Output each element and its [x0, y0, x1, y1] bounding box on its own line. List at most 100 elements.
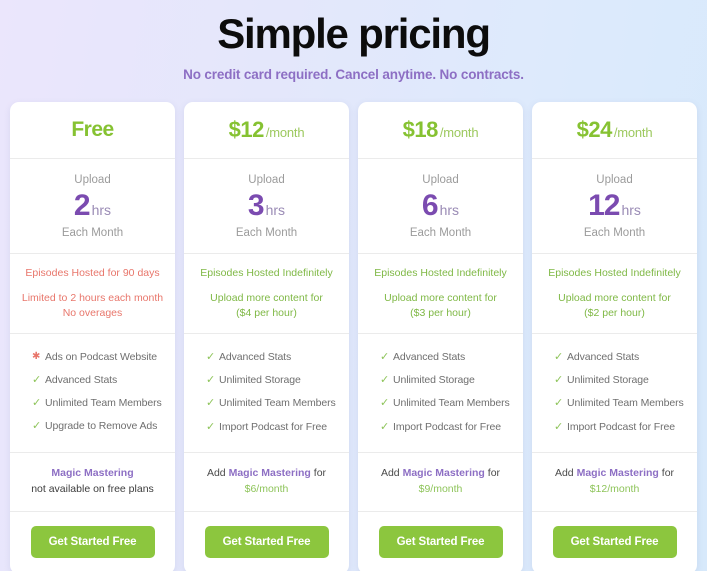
feature-item: ✓ Unlimited Team Members [206, 392, 349, 415]
magic-mastering-suffix: for [484, 466, 501, 479]
upload-allowance: Upload 2 hrs Each Month [10, 159, 175, 254]
feature-list: ✓ Advanced Stats ✓ Unlimited Storage ✓ Unlimi… [532, 334, 697, 453]
upload-hours-unit: hrs [621, 201, 641, 218]
feature-item: ✓ Import Podcast for Free [554, 416, 697, 439]
feature-item: ✓ Unlimited Team Members [380, 392, 523, 415]
feature-label: Unlimited Team Members [567, 397, 684, 410]
upload-amount: 12 hrs [538, 188, 691, 222]
plan-header: $12/month [184, 102, 349, 159]
feature-label: Unlimited Storage [219, 374, 301, 387]
magic-mastering-addon: Add Magic Mastering for $9/month [358, 453, 523, 513]
feature-label: Advanced Stats [393, 351, 466, 363]
magic-mastering-addon: Magic Mastering not available on free pla… [10, 453, 175, 513]
upload-hours-unit: hrs [265, 201, 286, 218]
cta-container: Get Started Free [358, 512, 523, 571]
check-icon: ✓ [380, 374, 390, 387]
plan-period: /month [439, 124, 479, 140]
check-icon: ✓ [554, 397, 564, 410]
feature-item: ✓ Advanced Stats [554, 346, 697, 369]
cta-container: Get Started Free [10, 512, 175, 571]
get-started-free-button[interactable]: Get Started Free [552, 526, 677, 559]
pricing-card: $12/month Upload 3 hrs Each Month Episodes Ho… [184, 101, 349, 571]
feature-label: Advanced Stats [567, 351, 640, 363]
get-started-free-button[interactable]: Get Started Free [378, 526, 503, 559]
check-icon: ✓ [380, 351, 390, 363]
feature-label: Unlimited Storage [393, 374, 475, 387]
page-subtitle: No credit card required. Cancel anytime.… [183, 66, 524, 82]
feature-item: ✱ Ads on Podcast Website [32, 346, 175, 369]
pricing-cards-row: Free Upload 2 hrs Each Month Episodes Hosted … [10, 101, 697, 571]
feature-item: ✓ Unlimited Team Members [554, 392, 697, 415]
upload-hours-value: 2 [73, 188, 91, 222]
plan-header: $24/month [532, 102, 697, 159]
check-icon: ✓ [206, 420, 216, 433]
upload-amount: 3 hrs [190, 190, 343, 221]
feature-item: ✓ Advanced Stats [206, 346, 349, 369]
plan-note: Episodes Hosted for 90 days [25, 266, 160, 279]
check-icon: ✓ [554, 374, 564, 387]
feature-item: ✓ Advanced Stats [32, 369, 175, 392]
upload-hours-value: 12 [588, 188, 620, 222]
plan-note: Limited to 2 hours each month No overages [21, 292, 164, 319]
feature-label: Ads on Podcast Website [45, 351, 158, 363]
feature-label: Import Podcast for Free [219, 420, 327, 433]
magic-mastering-prefix: Add [380, 466, 403, 479]
feature-item: ✓ Import Podcast for Free [206, 416, 349, 439]
plan-notes: Episodes Hosted Indefinitely Upload more … [358, 254, 523, 334]
plan-note: Upload more content for ($4 per hour) [210, 292, 323, 319]
plan-note: Episodes Hosted Indefinitely [200, 266, 333, 279]
plan-price: $12/month [228, 116, 305, 142]
get-started-free-button[interactable]: Get Started Free [204, 526, 329, 559]
feature-item: ✓ Unlimited Team Members [32, 392, 175, 415]
plan-notes: Episodes Hosted Indefinitely Upload more … [532, 254, 697, 334]
feature-label: Unlimited Team Members [45, 396, 162, 409]
upload-allowance: Upload 12 hrs Each Month [532, 159, 697, 254]
pricing-card: $18/month Upload 6 hrs Each Month Episodes Ho… [358, 101, 523, 571]
plan-price: Free [71, 117, 114, 141]
asterisk-icon: ✱ [32, 351, 41, 362]
magic-mastering-price: $12/month [589, 482, 640, 495]
feature-list: ✓ Advanced Stats ✓ Unlimited Storage ✓ Unlimi… [358, 334, 523, 453]
feature-label: Unlimited Team Members [393, 397, 510, 410]
plan-header: $18/month [358, 102, 523, 159]
upload-amount: 2 hrs [16, 188, 169, 222]
check-icon: ✓ [554, 420, 564, 433]
upload-period: Each Month [409, 226, 472, 239]
pricing-card: Free Upload 2 hrs Each Month Episodes Hosted … [10, 101, 175, 571]
check-icon: ✓ [206, 374, 216, 387]
magic-mastering-label: Magic Mastering [51, 466, 134, 479]
feature-label: Upgrade to Remove Ads [45, 419, 158, 432]
plan-price: $24/month [576, 116, 653, 142]
magic-mastering-prefix: Add [554, 466, 577, 479]
upload-period: Each Month [61, 226, 124, 239]
magic-mastering-suffix: for [310, 466, 327, 479]
feature-item: ✓ Import Podcast for Free [380, 416, 523, 439]
magic-mastering-price: $9/month [418, 482, 463, 495]
check-icon: ✓ [32, 419, 42, 432]
plan-period: /month [613, 124, 653, 140]
check-icon: ✓ [32, 396, 42, 409]
plan-price: $18/month [402, 116, 479, 142]
check-icon: ✓ [206, 351, 216, 363]
magic-mastering-addon: Add Magic Mastering for $6/month [184, 453, 349, 513]
upload-period: Each Month [235, 226, 298, 239]
upload-hours-unit: hrs [91, 201, 112, 218]
check-icon: ✓ [380, 397, 390, 410]
upload-label: Upload [596, 173, 633, 186]
magic-mastering-label: Magic Mastering [576, 466, 659, 479]
plan-header: Free [10, 102, 175, 159]
page-title: Simple pricing [217, 10, 491, 57]
cta-container: Get Started Free [532, 512, 697, 571]
magic-mastering-unavailable: not available on free plans [31, 482, 154, 495]
pricing-card: $24/month Upload 12 hrs Each Month Episodes H… [532, 101, 697, 571]
feature-item: ✓ Upgrade to Remove Ads [32, 415, 175, 438]
feature-label: Advanced Stats [45, 373, 118, 386]
feature-item: ✓ Unlimited Storage [206, 369, 349, 392]
plan-period: /month [265, 124, 305, 140]
magic-mastering-addon: Add Magic Mastering for $12/month [532, 453, 697, 513]
feature-label: Advanced Stats [219, 351, 292, 363]
magic-mastering-suffix: for [658, 466, 675, 479]
feature-item: ✓ Advanced Stats [380, 346, 523, 369]
upload-amount: 6 hrs [364, 190, 517, 221]
get-started-free-button[interactable]: Get Started Free [30, 526, 155, 559]
